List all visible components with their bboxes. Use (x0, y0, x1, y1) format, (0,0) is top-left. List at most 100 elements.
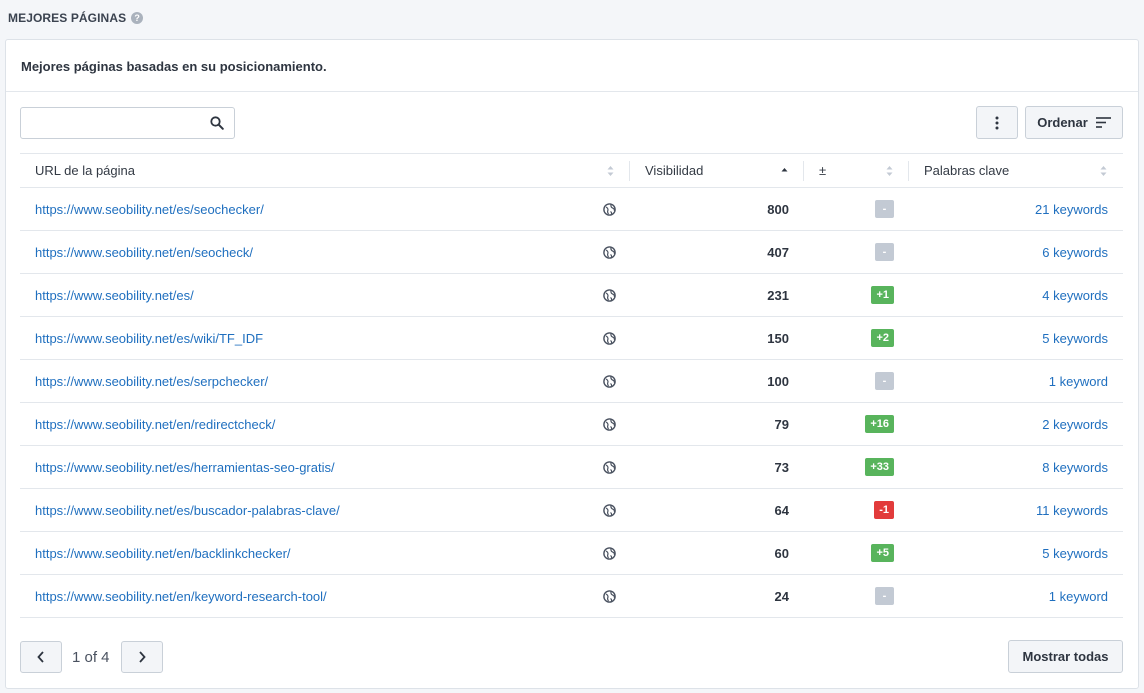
page-url-link[interactable]: https://www.seobility.net/es/seochecker/ (35, 202, 264, 217)
change-cell: +1 (804, 274, 909, 317)
keywords-cell: 5 keywords (909, 317, 1123, 360)
keywords-cell: 4 keywords (909, 274, 1123, 317)
next-page-button[interactable] (121, 641, 163, 673)
page-url-link[interactable]: https://www.seobility.net/es/wiki/TF_IDF (35, 331, 263, 346)
page-url-link[interactable]: https://www.seobility.net/es/herramienta… (35, 460, 335, 475)
column-header-keywords[interactable]: Palabras clave (909, 154, 1123, 188)
sort-descending-icon (781, 168, 788, 172)
url-cell: https://www.seobility.net/es/wiki/TF_IDF (20, 317, 630, 360)
url-cell: https://www.seobility.net/en/seocheck/ (20, 231, 630, 274)
url-cell: https://www.seobility.net/es/herramienta… (20, 446, 630, 489)
search-input[interactable] (29, 108, 209, 138)
keywords-link[interactable]: 5 keywords (1042, 331, 1108, 346)
previous-page-button[interactable] (20, 641, 62, 673)
keywords-link[interactable]: 1 keyword (1049, 374, 1108, 389)
visibility-cell: 100 (767, 373, 789, 389)
keywords-cell: 2 keywords (909, 403, 1123, 446)
column-header-change[interactable]: ± (804, 154, 909, 188)
section-title: MEJORES PÁGINAS ? (8, 11, 144, 25)
keywords-link[interactable]: 8 keywords (1042, 460, 1108, 475)
change-badge: - (875, 243, 894, 261)
table-row: https://www.seobility.net/es/231 +1 4 keyw… (20, 274, 1123, 317)
show-all-button[interactable]: Mostrar todas (1008, 640, 1123, 673)
keywords-link[interactable]: 5 keywords (1042, 546, 1108, 561)
table-row: https://www.seobility.net/en/seocheck/40… (20, 231, 1123, 274)
globe-icon[interactable] (603, 418, 616, 434)
visibility-cell: 150 (767, 330, 789, 346)
column-header-url[interactable]: URL de la página (20, 154, 630, 188)
card-header: Mejores páginas basadas en su posicionam… (6, 40, 1138, 92)
sort-lines-icon (1095, 117, 1111, 128)
table-header-row: URL de la página Visibilidad ± Palabras … (20, 153, 1123, 188)
globe-icon[interactable] (603, 547, 616, 563)
page-url-link[interactable]: https://www.seobility.net/es/buscador-pa… (35, 503, 340, 518)
search-icon[interactable] (210, 116, 224, 130)
sort-button[interactable]: Ordenar (1025, 106, 1123, 139)
url-cell: https://www.seobility.net/en/redirectche… (20, 403, 630, 446)
keywords-cell: 1 keyword (909, 360, 1123, 403)
globe-icon[interactable] (603, 203, 616, 219)
table-row: https://www.seobility.net/es/wiki/TF_IDF… (20, 317, 1123, 360)
top-pages-card: Mejores páginas basadas en su posicionam… (5, 39, 1139, 689)
change-cell: +5 (804, 532, 909, 575)
change-badge: +5 (871, 544, 894, 562)
chevron-right-icon (139, 651, 146, 663)
sort-unsorted-icon (886, 166, 893, 176)
globe-icon[interactable] (603, 504, 616, 520)
visibility-cell: 407 (767, 244, 789, 260)
change-badge: - (875, 587, 894, 605)
url-cell: https://www.seobility.net/en/backlinkche… (20, 532, 630, 575)
table-row: https://www.seobility.net/en/backlinkche… (20, 532, 1123, 575)
keywords-cell: 8 keywords (909, 446, 1123, 489)
more-options-button[interactable] (976, 106, 1018, 139)
search-field[interactable] (20, 107, 235, 139)
globe-icon[interactable] (603, 461, 616, 477)
page-url-link[interactable]: https://www.seobility.net/en/backlinkche… (35, 546, 291, 561)
keywords-link[interactable]: 21 keywords (1035, 202, 1108, 217)
page-url-link[interactable]: https://www.seobility.net/es/ (35, 288, 194, 303)
change-cell: - (804, 231, 909, 274)
visibility-cell: 800 (767, 201, 789, 217)
change-badge: +2 (871, 329, 894, 347)
sort-button-label: Ordenar (1037, 115, 1088, 130)
change-badge: +16 (865, 415, 894, 433)
globe-icon[interactable] (603, 375, 616, 391)
change-badge: +33 (865, 458, 894, 476)
change-cell: - (804, 360, 909, 403)
vertical-dots-icon (995, 116, 999, 129)
table-row: https://www.seobility.net/en/redirectche… (20, 403, 1123, 446)
keywords-link[interactable]: 6 keywords (1042, 245, 1108, 260)
top-pages-table: URL de la página Visibilidad ± Palabras … (20, 153, 1123, 618)
keywords-cell: 1 keyword (909, 575, 1123, 618)
table-row: https://www.seobility.net/es/seochecker/… (20, 188, 1123, 231)
page-url-link[interactable]: https://www.seobility.net/en/redirectche… (35, 417, 275, 432)
keywords-link[interactable]: 11 keywords (1036, 503, 1108, 518)
change-badge: -1 (874, 501, 894, 519)
globe-icon[interactable] (603, 332, 616, 348)
globe-icon[interactable] (603, 590, 616, 606)
url-cell: https://www.seobility.net/es/buscador-pa… (20, 489, 630, 532)
sort-unsorted-icon (607, 166, 614, 176)
visibility-cell: 24 (774, 588, 789, 604)
change-cell: - (804, 188, 909, 231)
change-cell: +33 (804, 446, 909, 489)
keywords-link[interactable]: 2 keywords (1042, 417, 1108, 432)
url-cell: https://www.seobility.net/es/ (20, 274, 630, 317)
url-cell: https://www.seobility.net/es/serpchecker… (20, 360, 630, 403)
table-row: https://www.seobility.net/en/keyword-res… (20, 575, 1123, 618)
globe-icon[interactable] (603, 246, 616, 262)
change-badge: - (875, 200, 894, 218)
page-url-link[interactable]: https://www.seobility.net/en/keyword-res… (35, 589, 327, 604)
question-circle-icon[interactable]: ? (131, 12, 144, 24)
url-cell: https://www.seobility.net/es/seochecker/ (20, 188, 630, 231)
column-header-visibility[interactable]: Visibilidad (630, 154, 804, 188)
keywords-link[interactable]: 1 keyword (1049, 589, 1108, 604)
change-badge: - (875, 372, 894, 390)
page-url-link[interactable]: https://www.seobility.net/es/serpchecker… (35, 374, 268, 389)
sort-unsorted-icon (1100, 166, 1107, 176)
url-cell: https://www.seobility.net/en/keyword-res… (20, 575, 630, 618)
globe-icon[interactable] (603, 289, 616, 305)
visibility-cell: 73 (774, 459, 789, 475)
page-url-link[interactable]: https://www.seobility.net/en/seocheck/ (35, 245, 253, 260)
keywords-link[interactable]: 4 keywords (1042, 288, 1108, 303)
